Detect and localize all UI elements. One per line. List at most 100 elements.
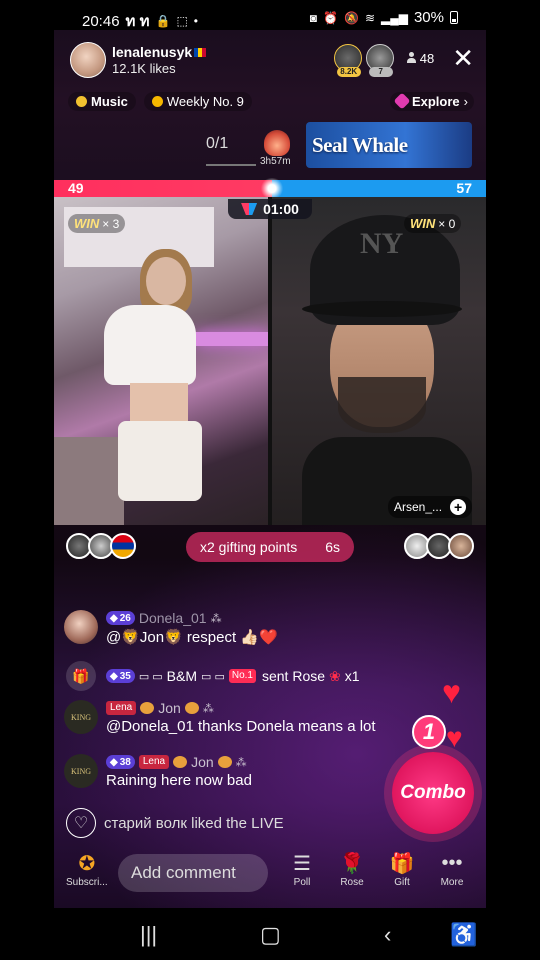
host-video[interactable]: [54, 197, 268, 525]
event-banner[interactable]: Seal Whale: [306, 122, 472, 168]
gifting-time: 6s: [325, 539, 340, 555]
heart-outline-icon: ♡: [66, 808, 96, 838]
liked-text: старий волк liked the LIVE: [104, 814, 284, 832]
top-gifter-avatar-2[interactable]: 7: [365, 44, 394, 77]
bear-icon: [173, 756, 188, 768]
rank-badge: No.1: [228, 669, 256, 683]
armenia-flag-icon[interactable]: [110, 533, 136, 559]
poll-icon: ☰: [293, 852, 311, 875]
battery-icon: [450, 11, 458, 24]
comment-text: @🦁Jon🦁 respect 👍🏻❤️: [106, 629, 278, 646]
rank-underline: [206, 164, 256, 166]
status-bar: 20:46 ท ท 🔒 ⬚ • ◙ ⏰ 🔕 ≋ ▂▄▆ 30%: [0, 0, 540, 34]
gift-comment-item[interactable]: 🎁 ◆ 35 ▭ ▭ B&M ▭ ▭ No.1 sent Rose ❀ x1: [64, 661, 360, 691]
level-value: 26: [119, 612, 131, 624]
commenter-name[interactable]: Jon: [158, 700, 181, 716]
commenter-avatar[interactable]: KING: [64, 754, 98, 788]
weekly-rank-pill[interactable]: Weekly No. 9: [143, 91, 252, 111]
combo-button[interactable]: Combo: [392, 752, 474, 834]
gift-button[interactable]: 🎁 Gift: [389, 852, 415, 889]
camera-icon: ◙: [309, 10, 318, 25]
gift-icon: 🎁: [389, 852, 415, 875]
live-stream: lenalenusyk 12.1K likes 8.2K 7 48 ✕ Musi…: [54, 30, 486, 908]
home-icon[interactable]: ▢: [260, 922, 281, 948]
viewers-icon: [406, 52, 416, 64]
gifting-label: x2 gifting points: [200, 539, 298, 555]
floating-heart-icon: ♥: [446, 722, 463, 753]
music-label: Music: [91, 93, 128, 109]
team-icon: ⁂: [202, 702, 214, 715]
battle-timer: 01:00: [228, 199, 312, 219]
banner-title: Seal Whale: [312, 132, 408, 157]
left-win-mult: × 3: [102, 216, 120, 231]
recent-apps-icon[interactable]: |||: [140, 922, 157, 948]
comment-text: Raining here now bad: [106, 772, 252, 789]
event-trophy-icon[interactable]: [264, 130, 290, 156]
top-gifter-avatar-1[interactable]: 8.2K: [333, 44, 362, 77]
host-top: [104, 305, 196, 385]
viewer-count[interactable]: 48: [406, 51, 434, 66]
close-icon[interactable]: ✕: [452, 45, 474, 71]
vs-icon: [241, 203, 258, 215]
gift-action: sent Rose: [261, 668, 326, 684]
level-badge: ◆ 35: [106, 669, 135, 683]
poll-label: Poll: [293, 877, 311, 888]
music-pill[interactable]: Music: [68, 91, 136, 111]
weekly-label: Weekly No. 9: [166, 93, 244, 109]
lock-icon: 🔒: [155, 14, 171, 28]
commenter-name[interactable]: Donela_01: [139, 610, 207, 626]
gift-label: Gift: [394, 877, 410, 888]
subscribe-button[interactable]: ✪ Subscri...: [66, 852, 108, 889]
right-supporters[interactable]: [404, 533, 474, 559]
signal-icon: ▂▄▆: [381, 10, 408, 25]
supporter-avatar[interactable]: [448, 533, 474, 559]
gifter-name[interactable]: B&M: [167, 668, 197, 684]
gifting-points-banner: x2 gifting points 6s: [186, 532, 354, 562]
more-dots-icon: •••: [441, 851, 463, 874]
fan-club-badge: Lena: [138, 755, 170, 769]
gifter-badge-2: 7: [368, 67, 393, 77]
status-time: 20:46: [82, 12, 120, 30]
bear-icon: [184, 702, 199, 714]
right-win-streak: WIN × 0: [404, 214, 462, 233]
battery-percent: 30%: [413, 9, 444, 26]
level-value: 35: [119, 670, 131, 682]
host-midriff: [130, 383, 188, 423]
host-name[interactable]: lenalenusyk: [112, 44, 192, 60]
more-button[interactable]: ••• More: [440, 851, 464, 889]
follow-plus-icon[interactable]: +: [450, 499, 467, 515]
add-comment-input[interactable]: Add comment: [118, 854, 268, 892]
comment-item[interactable]: KING ◆ 38 Lena Jon ⁂ Raining here now ba…: [64, 754, 252, 789]
commenter-name[interactable]: Jon: [191, 754, 214, 770]
cap-logo-icon: NY: [360, 227, 404, 260]
accessibility-icon[interactable]: ♿: [450, 922, 477, 948]
red-team-bar: 49: [54, 180, 273, 197]
comment-text: @Donela_01 thanks Donela means a lot: [106, 718, 376, 735]
opponent-name-tag[interactable]: Arsen_... +: [388, 496, 473, 518]
dot-icon: •: [193, 14, 198, 28]
poll-button[interactable]: ☰ Poll: [290, 852, 314, 889]
opponent-cap-brim: [302, 301, 462, 317]
host-face: [146, 257, 186, 305]
host-profile[interactable]: lenalenusyk 12.1K likes: [70, 42, 207, 78]
level-badge: ◆ 38: [106, 755, 135, 769]
explore-button[interactable]: Explore ›: [389, 91, 474, 111]
back-icon[interactable]: ‹: [384, 922, 391, 948]
comment-item[interactable]: KING Lena Jon ⁂ @Donela_01 thanks Donela…: [64, 700, 376, 735]
kitchen-counter: [54, 437, 124, 525]
gift-count: x1: [344, 668, 360, 684]
rose-button[interactable]: 🌹 Rose: [340, 852, 365, 889]
commenter-avatar[interactable]: [64, 610, 98, 644]
level-badge: ◆ 26: [106, 611, 135, 625]
host-avatar[interactable]: [70, 42, 106, 78]
team-icon: ⁂: [210, 612, 222, 625]
left-supporters[interactable]: [66, 533, 136, 559]
comment-item[interactable]: ◆ 26 Donela_01 ⁂ @🦁Jon🦁 respect 👍🏻❤️: [64, 610, 278, 646]
liked-notification: ♡ старий волк liked the LIVE: [64, 808, 284, 838]
opponent-video[interactable]: NY: [272, 197, 486, 525]
rank-progress[interactable]: 0/1: [206, 135, 228, 153]
explore-icon: [393, 92, 411, 110]
commenter-avatar[interactable]: KING: [64, 700, 98, 734]
left-win-streak: WIN × 3: [68, 214, 126, 233]
left-win-label: WIN: [74, 216, 100, 231]
